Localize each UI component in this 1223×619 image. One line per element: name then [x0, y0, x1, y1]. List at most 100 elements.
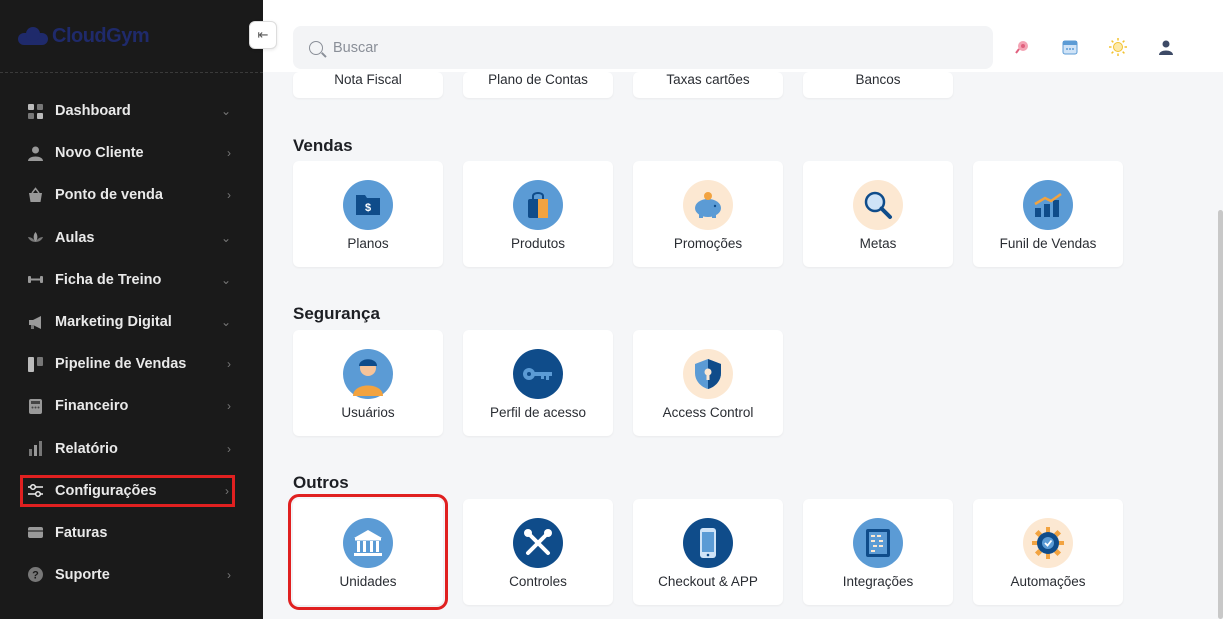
collapse-sidebar-button[interactable]: ⇤	[249, 21, 277, 49]
chevron-right-icon[interactable]: ›	[227, 399, 231, 413]
key-icon	[513, 349, 563, 399]
calendar-icon[interactable]	[1059, 36, 1081, 58]
card-taxas-cartoes[interactable]: Taxas cartões	[633, 72, 783, 98]
sidebar-item-marketing-digital[interactable]: Marketing Digital ⌄	[0, 301, 263, 343]
bank-building-icon	[343, 518, 393, 568]
search-placeholder: Buscar	[333, 39, 379, 56]
card-label: Planos	[347, 236, 389, 251]
sidebar-item-ponto-de-venda[interactable]: Ponto de venda ›	[0, 174, 263, 216]
card-label: Plano de Contas	[488, 72, 588, 87]
section-title-seguranca: Segurança	[293, 304, 380, 323]
card-access-control[interactable]: Access Control	[633, 330, 783, 436]
arrow-left-icon: ⇤	[257, 27, 269, 42]
chevron-down-icon[interactable]: ⌄	[221, 273, 231, 287]
cards-outros: Unidades Controles Checkout & APP Integraçõ…	[288, 494, 1123, 610]
shield-lock-icon	[683, 349, 733, 399]
card-bancos[interactable]: Bancos	[803, 72, 953, 98]
wallet-icon: $	[343, 180, 393, 230]
smartphone-icon	[683, 518, 733, 568]
card-automacoes[interactable]: Automações	[973, 499, 1123, 605]
card-integracoes[interactable]: Integrações	[803, 499, 953, 605]
card-label: Checkout & APP	[658, 574, 758, 589]
sidebar-item-financeiro[interactable]: Financeiro ›	[0, 385, 263, 427]
sidebar-item-label: Ponto de venda	[55, 187, 163, 204]
card-unidades[interactable]: Unidades	[288, 494, 448, 610]
card-planos[interactable]: $ Planos	[293, 161, 443, 267]
person-icon	[343, 349, 393, 399]
chevron-right-icon[interactable]: ›	[227, 442, 231, 456]
card-promocoes[interactable]: Promoções	[633, 161, 783, 267]
card-plano-de-contas[interactable]: Plano de Contas	[463, 72, 613, 98]
chevron-right-icon[interactable]: ›	[227, 568, 231, 582]
brand-name: CloudGym	[52, 24, 150, 47]
card-label: Integrações	[842, 574, 914, 589]
sidebar-item-label: Configurações	[55, 482, 157, 499]
sidebar-item-label: Relatório	[55, 440, 118, 457]
cards-seguranca: Usuários Perfil de acesso Access Control	[293, 330, 783, 436]
chevron-right-icon[interactable]: ›	[227, 188, 231, 202]
card-label: Taxas cartões	[666, 72, 750, 87]
card-controles[interactable]: Controles	[463, 499, 613, 605]
bar-chart-icon	[26, 440, 44, 458]
scrollbar[interactable]	[1218, 210, 1223, 619]
sun-icon[interactable]	[1107, 36, 1129, 58]
sidebar-item-novo-cliente[interactable]: Novo Cliente ›	[0, 132, 263, 174]
lotus-icon	[26, 229, 44, 247]
sidebar-item-suporte[interactable]: ? Suporte ›	[0, 554, 263, 596]
sidebar-item-pipeline-de-vendas[interactable]: Pipeline de Vendas ›	[0, 343, 263, 385]
megaphone-icon	[26, 313, 44, 331]
sidebar-divider	[0, 72, 263, 73]
card-usuarios[interactable]: Usuários	[293, 330, 443, 436]
section-title-outros: Outros	[293, 473, 349, 492]
card-funil-de-vendas[interactable]: Funil de Vendas	[973, 161, 1123, 267]
section-title-vendas: Vendas	[293, 136, 353, 155]
sidebar-item-label: Ficha de Treino	[55, 271, 162, 288]
sidebar-item-label: Marketing Digital	[55, 314, 172, 331]
card-label: Perfil de acesso	[489, 405, 587, 420]
chevron-down-icon[interactable]: ⌄	[221, 231, 231, 245]
user-avatar-icon[interactable]	[1155, 36, 1177, 58]
sidebar-item-label: Dashboard	[55, 103, 131, 120]
basket-icon	[26, 186, 44, 204]
chevron-right-icon[interactable]: ›	[227, 146, 231, 160]
sidebar-item-dashboard[interactable]: Dashboard ⌄	[0, 90, 263, 132]
search-input[interactable]: Buscar	[293, 26, 993, 69]
svg-text:?: ?	[32, 570, 39, 582]
credit-card-icon	[26, 524, 44, 542]
gear-automation-icon	[1023, 518, 1073, 568]
brand-logo[interactable]: CloudGym	[18, 22, 150, 50]
chevron-right-icon[interactable]: ›	[225, 484, 229, 498]
sidebar-item-faturas[interactable]: Faturas	[0, 512, 263, 554]
card-label: Controles	[509, 574, 567, 589]
chevron-right-icon[interactable]: ›	[227, 357, 231, 371]
magnifier-icon	[853, 180, 903, 230]
sidebar-item-ficha-de-treino[interactable]: Ficha de Treino ⌄	[0, 259, 263, 301]
rocket-icon[interactable]	[1011, 36, 1033, 58]
card-label: Funil de Vendas	[999, 236, 1097, 251]
chevron-down-icon[interactable]: ⌄	[221, 315, 231, 329]
sidebar-item-label: Pipeline de Vendas	[55, 356, 187, 373]
calculator-icon	[26, 397, 44, 415]
sidebar-item-configuracoes[interactable]: Configurações ›	[20, 474, 235, 507]
topbar-actions	[1011, 36, 1177, 58]
card-checkout-app[interactable]: Checkout & APP	[633, 499, 783, 605]
search-icon	[309, 40, 323, 55]
sidebar-item-label: Faturas	[55, 524, 108, 541]
sidebar-item-relatorio[interactable]: Relatório ›	[0, 428, 263, 470]
chevron-down-icon[interactable]: ⌄	[221, 104, 231, 118]
card-metas[interactable]: Metas	[803, 161, 953, 267]
sidebar-item-aulas[interactable]: Aulas ⌄	[0, 217, 263, 259]
cards-vendas: $ Planos Produtos Promoções Metas Funil de Ve…	[293, 161, 1123, 267]
main-content: Nota Fiscal Plano de Contas Taxas cartões B…	[263, 0, 1223, 619]
card-label: Promoções	[673, 236, 743, 251]
sidebar-item-label: Suporte	[55, 566, 110, 583]
card-nota-fiscal[interactable]: Nota Fiscal	[293, 72, 443, 98]
growth-chart-icon	[1023, 180, 1073, 230]
card-label: Nota Fiscal	[334, 72, 402, 87]
dashboard-icon	[26, 102, 44, 120]
card-produtos[interactable]: Produtos	[463, 161, 613, 267]
sidebar-item-label: Novo Cliente	[55, 145, 144, 162]
card-perfil-de-acesso[interactable]: Perfil de acesso	[463, 330, 613, 436]
svg-text:$: $	[365, 202, 371, 214]
dumbbell-icon	[26, 271, 44, 289]
